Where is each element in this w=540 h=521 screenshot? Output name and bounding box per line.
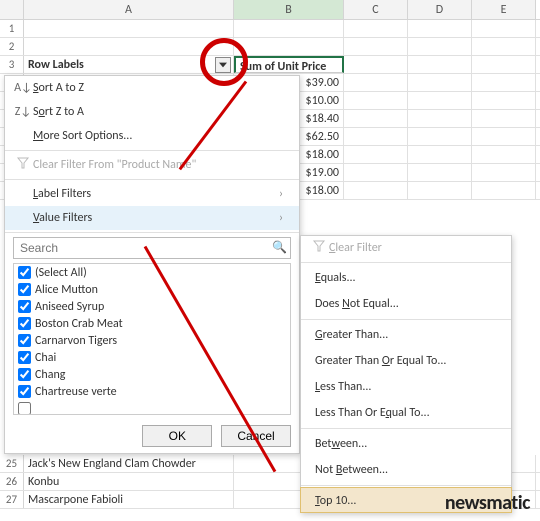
- submenu-clear-filter: Clear Filter: [301, 236, 511, 260]
- chevron-right-icon: ›: [279, 187, 291, 201]
- data-cell[interactable]: Mascarpone Fabioli: [24, 491, 234, 508]
- filter-checklist[interactable]: (Select All) Alice Mutton Aniseed Syrup …: [13, 263, 291, 415]
- col-header-c[interactable]: C: [344, 0, 408, 19]
- chevron-right-icon: ›: [279, 211, 291, 225]
- filter-check-item[interactable]: Chang: [14, 366, 290, 383]
- clear-filter-icon: [309, 239, 329, 257]
- submenu-greater-than[interactable]: Greater Than...: [301, 322, 511, 348]
- clear-filter-icon: [13, 156, 33, 174]
- cancel-button[interactable]: Cancel: [221, 425, 291, 447]
- filter-check-item[interactable]: Chartreuse verte: [14, 383, 290, 400]
- data-cell[interactable]: Konbu: [24, 473, 234, 490]
- submenu-not-between[interactable]: Not Between...: [301, 457, 511, 483]
- filter-dropdown-menu: A↓ Sort A to Z Z↓ Sort Z to A More Sort …: [4, 75, 300, 454]
- sort-az-icon: A↓: [13, 81, 33, 95]
- col-header-d[interactable]: D: [408, 0, 472, 19]
- filter-check-item[interactable]: Boston Crab Meat: [14, 315, 290, 332]
- col-header-a[interactable]: A: [24, 0, 234, 19]
- submenu-not-equal[interactable]: Does Not Equal...: [301, 291, 511, 317]
- row-num[interactable]: 1: [0, 20, 24, 37]
- watermark: newsmatic: [445, 491, 530, 515]
- submenu-less-than[interactable]: Less Than...: [301, 374, 511, 400]
- row-num[interactable]: 27: [0, 491, 24, 508]
- filter-check-item[interactable]: [14, 400, 290, 415]
- row-num[interactable]: 26: [0, 473, 24, 490]
- filter-check-item[interactable]: (Select All): [14, 264, 290, 281]
- submenu-equals[interactable]: Equals...: [301, 265, 511, 291]
- submenu-gte[interactable]: Greater Than Or Equal To...: [301, 348, 511, 374]
- pivot-row-labels-header: Row Labels: [28, 58, 84, 72]
- row-num[interactable]: 25: [0, 455, 24, 472]
- data-cell[interactable]: Jack's New England Clam Chowder: [24, 455, 234, 472]
- row-num[interactable]: 2: [0, 38, 24, 55]
- row-labels-filter-dropdown[interactable]: [215, 57, 231, 73]
- filter-search-input[interactable]: [13, 237, 291, 259]
- value-filters-submenu: Clear Filter Equals... Does Not Equal...…: [300, 235, 512, 513]
- sort-za-item[interactable]: Z↓ Sort Z to A: [5, 100, 299, 124]
- col-header-b[interactable]: B: [234, 0, 344, 19]
- search-icon: 🔍: [272, 240, 287, 255]
- filter-check-item[interactable]: Alice Mutton: [14, 281, 290, 298]
- filter-check-item[interactable]: Carnarvon Tigers: [14, 332, 290, 349]
- more-sort-item[interactable]: More Sort Options...: [5, 124, 299, 148]
- label-filters-item[interactable]: Label Filters ›: [5, 182, 299, 206]
- submenu-between[interactable]: Between...: [301, 431, 511, 457]
- clear-filter-item: Clear Filter From "Product Name": [5, 153, 299, 177]
- filter-check-item[interactable]: Aniseed Syrup: [14, 298, 290, 315]
- row-num[interactable]: 3: [0, 56, 24, 73]
- submenu-lte[interactable]: Less Than Or Equal To...: [301, 400, 511, 426]
- pivot-sum-header: Sum of Unit Price: [234, 56, 344, 73]
- sort-az-item[interactable]: A↓ Sort A to Z: [5, 76, 299, 100]
- sort-za-icon: Z↓: [13, 105, 33, 119]
- filter-check-item[interactable]: Chai: [14, 349, 290, 366]
- col-header-e[interactable]: E: [472, 0, 536, 19]
- value-filters-item[interactable]: Value Filters ›: [5, 206, 299, 230]
- ok-button[interactable]: OK: [142, 425, 212, 447]
